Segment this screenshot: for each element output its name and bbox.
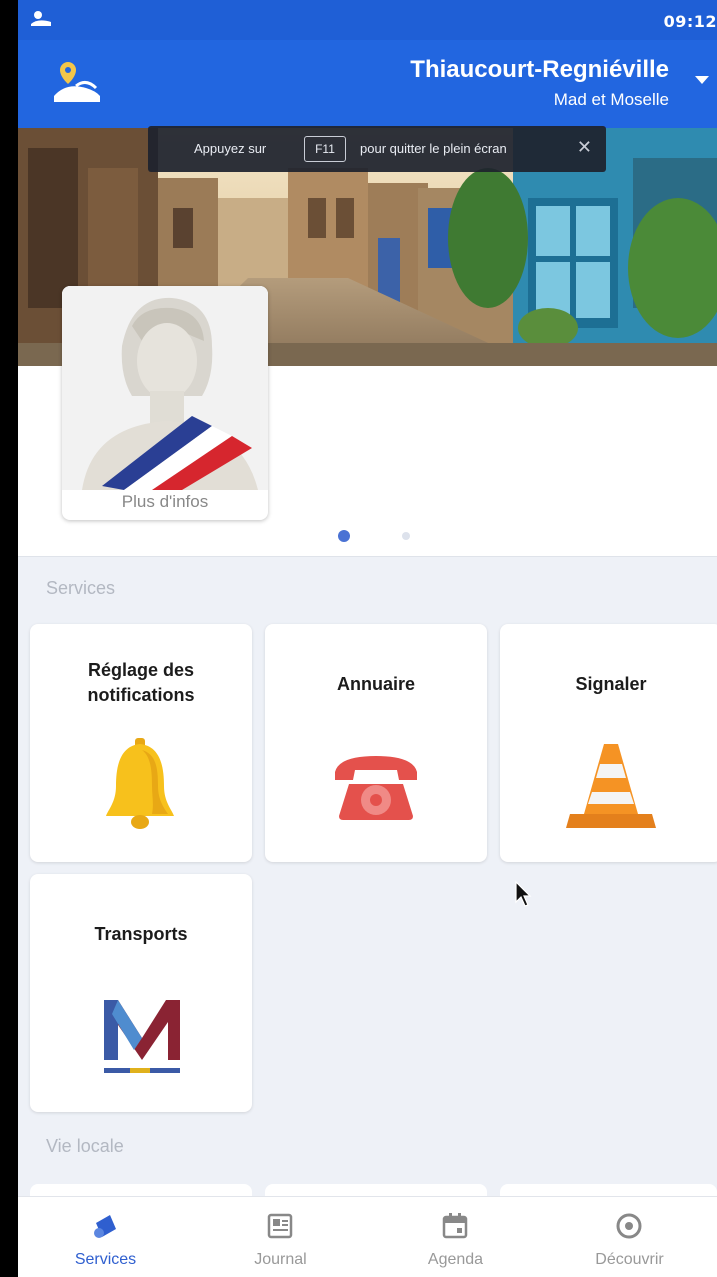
tile-notification-settings[interactable]: Réglage des notifications	[30, 624, 252, 862]
section-title-local-life: Vie locale	[46, 1136, 124, 1156]
calendar-icon	[442, 1213, 468, 1239]
toast-prefix: Appuyez sur	[194, 141, 267, 156]
tile-report[interactable]: Signaler	[500, 624, 717, 862]
app-logo-icon	[54, 62, 100, 102]
nav-item-agenda[interactable]: Agenda	[368, 1197, 543, 1277]
bell-icon	[106, 738, 174, 829]
mayor-card[interactable]: Plus d'infos	[62, 286, 268, 520]
compass-icon	[616, 1213, 642, 1239]
services-icon	[94, 1215, 116, 1238]
nav-label: Services	[74, 1251, 137, 1268]
transport-logo-icon	[104, 1000, 180, 1073]
marianne-bust-image	[62, 286, 268, 490]
status-time: 09:12	[663, 12, 717, 31]
toast-suffix: pour quitter le plein écran	[360, 141, 507, 156]
app-screen: 09:12 Thiaucourt-Regniéville Mad et Mose…	[18, 0, 717, 1277]
divider	[18, 556, 717, 557]
nav-label: Découvrir	[595, 1251, 664, 1268]
telephone-icon	[335, 756, 417, 820]
carousel-dot[interactable]	[402, 532, 410, 540]
mouse-cursor-icon	[515, 880, 532, 907]
commune-title[interactable]: Thiaucourt-Regniéville	[410, 56, 669, 84]
toast-key: F11	[304, 136, 346, 162]
tile-label: Réglage des notifications	[87, 660, 195, 705]
tile-transports[interactable]: Transports	[30, 874, 252, 1112]
nav-label: Journal	[254, 1251, 307, 1268]
app-header: Thiaucourt-Regniéville Mad et Moselle	[18, 40, 717, 128]
notification-app-icon	[31, 11, 51, 26]
bottom-nav: Services Journal Agenda Découvrir	[18, 1196, 717, 1277]
traffic-cone-icon	[566, 744, 656, 828]
status-bar: 09:12	[18, 0, 717, 40]
tile-label: Signaler	[575, 674, 647, 694]
close-icon[interactable]: ✕	[577, 137, 592, 158]
tile-label: Annuaire	[336, 674, 415, 694]
tile-label: Transports	[94, 924, 188, 944]
newspaper-icon	[267, 1213, 293, 1239]
commune-dropdown-icon[interactable]	[695, 76, 709, 84]
fullscreen-toast: Appuyez sur F11 pour quitter le plein éc…	[148, 126, 606, 172]
section-title-services: Services	[46, 578, 116, 598]
carousel-dot-active[interactable]	[338, 530, 350, 542]
nav-label: Agenda	[427, 1251, 484, 1268]
more-info-link[interactable]: Plus d'infos	[62, 492, 268, 512]
commune-subtitle: Mad et Moselle	[553, 90, 669, 109]
nav-item-journal[interactable]: Journal	[193, 1197, 368, 1277]
tile-directory[interactable]: Annuaire	[265, 624, 487, 862]
nav-item-discover[interactable]: Découvrir	[542, 1197, 717, 1277]
nav-item-services[interactable]: Services	[18, 1197, 193, 1277]
